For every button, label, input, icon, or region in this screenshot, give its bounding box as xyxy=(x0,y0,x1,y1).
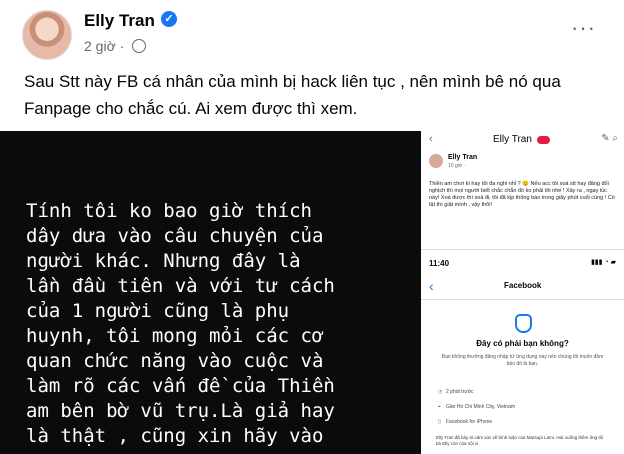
facebook-screenshot-image[interactable]: ‹ Elly Tran ✎ ⌕ Elly Tran 10 giờ · Thiền… xyxy=(421,131,624,454)
phone-back-icon: ‹ xyxy=(429,278,434,294)
mini-author: Elly Tran xyxy=(448,154,478,161)
phone-title: Facebook xyxy=(504,281,542,290)
clock-icon: ◷ xyxy=(438,389,443,395)
detail-app-row: ▯ Facebook for iPhone xyxy=(438,419,492,425)
post-text: Sau Stt này FB cá nhân của mình bị hack … xyxy=(24,72,561,118)
profile-avatar[interactable] xyxy=(22,10,72,60)
detail-time: 2 phút trước xyxy=(446,389,474,395)
public-globe-icon xyxy=(132,39,147,53)
mini-body: Thiền am chơi kì hay tôi đa nghi nhỉ ? 😐… xyxy=(429,181,615,208)
phone-navbar: ‹ Facebook xyxy=(421,274,624,300)
author-name[interactable]: Elly Tran xyxy=(84,11,155,31)
mini-time: 10 giờ · xyxy=(448,163,466,169)
detail-time-row: ◷ 2 phút trước xyxy=(438,389,473,395)
mini-post: Elly Tran 10 giờ · Thiền am chơi kì hay … xyxy=(421,149,624,249)
mini-app-title: Elly Tran xyxy=(493,134,532,145)
more-options-button[interactable]: ··· xyxy=(571,15,596,41)
phone-icon: ▯ xyxy=(438,419,441,425)
mini-back-icon: ‹ xyxy=(429,133,433,145)
mini-toolbar-icons: ✎ ⌕ xyxy=(601,133,618,144)
mini-comment: Elly Tran đã bày tỏ cảm xúc về bình luận… xyxy=(436,435,604,446)
dialog-title: Đây có phải bạn không? xyxy=(476,339,569,348)
login-alert-screen: 11:40 ▮▮▮ ◔ ▰ ‹ Facebook Đây có phải bạn… xyxy=(421,249,624,454)
notification-badge xyxy=(537,136,550,144)
note-text: Tính tôi ko bao giờ thích dây dưa vào câ… xyxy=(26,200,335,447)
shield-icon xyxy=(515,314,532,333)
detail-app: Facebook for iPhone xyxy=(446,419,493,425)
note-image[interactable]: Tính tôi ko bao giờ thích dây dưa vào câ… xyxy=(0,131,421,454)
post-media[interactable]: Tính tôi ko bao giờ thích dây dưa vào câ… xyxy=(0,131,624,454)
phone-status-icons: ▮▮▮ ◔ ▰ xyxy=(590,259,616,266)
mini-facebook-topbar: ‹ Elly Tran ✎ ⌕ xyxy=(421,131,624,149)
detail-location-row: ⌖ Gần Ho Chi Minh City, Vietnam xyxy=(438,404,515,410)
mini-avatar xyxy=(429,154,443,168)
post-meta: 2 giờ · xyxy=(84,38,147,54)
verified-icon: ✓ xyxy=(161,11,177,27)
post-header: Elly Tran ✓ 2 giờ · ··· xyxy=(0,0,624,64)
post-time[interactable]: 2 giờ · xyxy=(84,38,124,54)
location-pin-icon: ⌖ xyxy=(438,404,441,410)
detail-location: Gần Ho Chi Minh City, Vietnam xyxy=(446,404,516,410)
dialog-body: Bạn không thường đăng nhập từ ứng dụng n… xyxy=(441,354,604,367)
phone-time: 11:40 xyxy=(429,259,450,268)
